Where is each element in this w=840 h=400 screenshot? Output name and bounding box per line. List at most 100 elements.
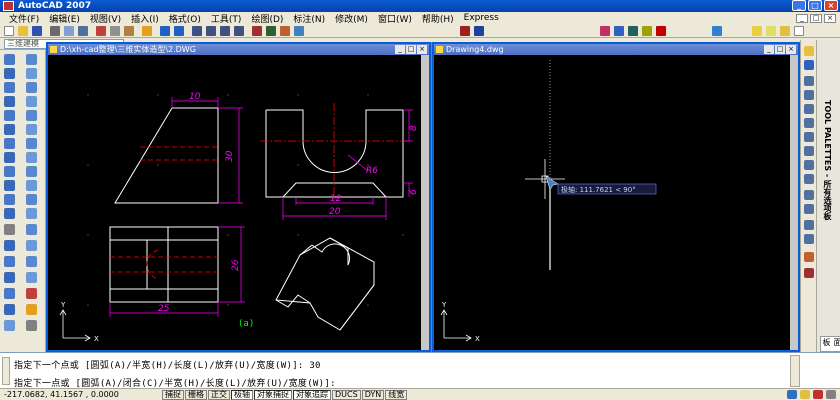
coordinate-readout[interactable]: -217.0682, 41.1567 , 0.0000: [4, 390, 119, 399]
polyline-icon[interactable]: [4, 68, 15, 79]
orbit-icon[interactable]: [804, 252, 814, 262]
doc-restore-button[interactable]: □: [810, 13, 822, 23]
table-draw-icon[interactable]: [4, 256, 15, 267]
window-minimize-button[interactable]: _: [395, 45, 405, 54]
window-close-button[interactable]: ×: [786, 45, 796, 54]
dim-baseline-icon[interactable]: [804, 146, 814, 156]
region-icon[interactable]: [4, 240, 15, 251]
explode-icon[interactable]: [26, 256, 37, 267]
offset-icon[interactable]: [26, 96, 37, 107]
otrack-toggle[interactable]: 对象追踪: [293, 390, 331, 400]
save-icon[interactable]: [32, 26, 42, 36]
ucs-icon[interactable]: [628, 26, 638, 36]
help-question-icon[interactable]: [712, 26, 722, 36]
revolve-icon[interactable]: [26, 288, 37, 299]
style-icon[interactable]: [460, 26, 470, 36]
insert-block-icon[interactable]: [4, 180, 15, 191]
line-icon[interactable]: [4, 54, 15, 65]
dim-edit-icon[interactable]: [804, 220, 814, 230]
drawing-canvas[interactable]: 极轴: 111.7621 < 90° Y X: [434, 55, 790, 350]
table-icon[interactable]: [656, 26, 666, 36]
zoom-realtime-icon[interactable]: [206, 26, 216, 36]
extend-icon[interactable]: [26, 194, 37, 205]
rotate-icon[interactable]: [26, 138, 37, 149]
drawing-canvas[interactable]: 10 30 8 R6 6 12 20 26 25 (a) Y X: [48, 55, 421, 350]
dyn-toggle[interactable]: DYN: [361, 390, 385, 400]
ellipse-icon[interactable]: [4, 166, 15, 177]
plot-preview-icon[interactable]: [64, 26, 74, 36]
arc-icon[interactable]: [4, 110, 15, 121]
menu-format[interactable]: 格式(O): [164, 12, 206, 25]
window-restore-button[interactable]: □: [775, 45, 785, 54]
color-swatch-icon[interactable]: [794, 26, 804, 36]
dim-center-icon[interactable]: [804, 204, 814, 214]
box-icon[interactable]: [4, 272, 15, 283]
layer-manager-icon[interactable]: [614, 26, 624, 36]
vertical-scrollbar[interactable]: [421, 55, 429, 350]
dim-update-icon[interactable]: [804, 234, 814, 244]
window-close-button[interactable]: ×: [417, 45, 427, 54]
redo-icon[interactable]: [174, 26, 184, 36]
scale-icon[interactable]: [26, 152, 37, 163]
model-space-icon[interactable]: [787, 390, 797, 399]
clean-screen-icon[interactable]: [826, 390, 836, 399]
tool-palettes-icon[interactable]: [280, 26, 290, 36]
zoom-previous-icon[interactable]: [234, 26, 244, 36]
palette-tab-panel[interactable]: 面板: [820, 336, 840, 352]
dim-tolerance-icon[interactable]: [804, 190, 814, 200]
palette-pencil-icon[interactable]: [804, 46, 814, 56]
autocad-app-icon[interactable]: [3, 1, 14, 11]
help-icon[interactable]: [294, 26, 304, 36]
fillet-icon[interactable]: [26, 240, 37, 251]
drawing-window-drawing4[interactable]: Drawing4.dwg _ □ × 极轴: 111.7621 < 90° Y …: [432, 42, 800, 352]
make-block-icon[interactable]: [4, 194, 15, 205]
erase-icon[interactable]: [26, 54, 37, 65]
drawing-window-2dwg[interactable]: D:\xh-cad整理\三维实体造型\2.DWG _ □ × 10 30 8 R…: [46, 42, 431, 352]
print-icon[interactable]: [50, 26, 60, 36]
menu-modify[interactable]: 修改(M): [330, 12, 373, 25]
chamfer-icon[interactable]: [26, 224, 37, 235]
trim-icon[interactable]: [26, 180, 37, 191]
menu-file[interactable]: 文件(F): [4, 12, 44, 25]
doc-minimize-button[interactable]: _: [796, 13, 808, 23]
dim-style-icon[interactable]: [474, 26, 484, 36]
dim-leader-icon[interactable]: [804, 174, 814, 184]
menu-window[interactable]: 窗口(W): [373, 12, 417, 25]
vertical-scrollbar[interactable]: [790, 55, 798, 350]
close-button[interactable]: ×: [824, 0, 838, 11]
minimize-button[interactable]: _: [792, 0, 806, 11]
union-icon[interactable]: [26, 320, 37, 331]
revcloud-icon[interactable]: [4, 138, 15, 149]
workspace-icon[interactable]: [600, 26, 610, 36]
publish-icon[interactable]: [78, 26, 88, 36]
polygon-icon[interactable]: [4, 82, 15, 93]
doc-close-button[interactable]: ×: [824, 13, 836, 23]
copy-icon[interactable]: [110, 26, 120, 36]
window-minimize-button[interactable]: _: [764, 45, 774, 54]
window-restore-button[interactable]: □: [406, 45, 416, 54]
match-properties-icon[interactable]: [142, 26, 152, 36]
maximize-button[interactable]: □: [808, 0, 822, 11]
tool-palettes[interactable]: TOOL PALETTES - 所有选项板 面板: [816, 40, 840, 352]
sun-icon[interactable]: [766, 26, 776, 36]
design-center-icon[interactable]: [266, 26, 276, 36]
command-window[interactable]: 指定下一个点或 [圆弧(A)/半宽(H)/长度(L)/放弃(U)/宽度(W)]:…: [0, 352, 840, 389]
osnap-toggle[interactable]: 对象捕捉: [254, 390, 292, 400]
dim-angular-icon[interactable]: [804, 132, 814, 142]
rectangle-icon[interactable]: [4, 96, 15, 107]
command-window-grip[interactable]: [2, 357, 10, 385]
undo-icon[interactable]: [160, 26, 170, 36]
grid-toggle[interactable]: 栅格: [185, 390, 207, 400]
paste-icon[interactable]: [124, 26, 134, 36]
polar-toggle[interactable]: 极轴: [231, 390, 253, 400]
palette-fill-icon[interactable]: [804, 60, 814, 70]
menu-express[interactable]: Express: [459, 13, 504, 23]
open-folder-icon[interactable]: [18, 26, 28, 36]
sphere-icon[interactable]: [4, 304, 15, 315]
menu-edit[interactable]: 编辑(E): [44, 12, 85, 25]
cut-icon[interactable]: [96, 26, 106, 36]
menu-dimension[interactable]: 标注(N): [288, 12, 330, 25]
camera-icon[interactable]: [804, 268, 814, 278]
pan-icon[interactable]: [192, 26, 202, 36]
lock-toolbar-icon[interactable]: [813, 390, 823, 399]
